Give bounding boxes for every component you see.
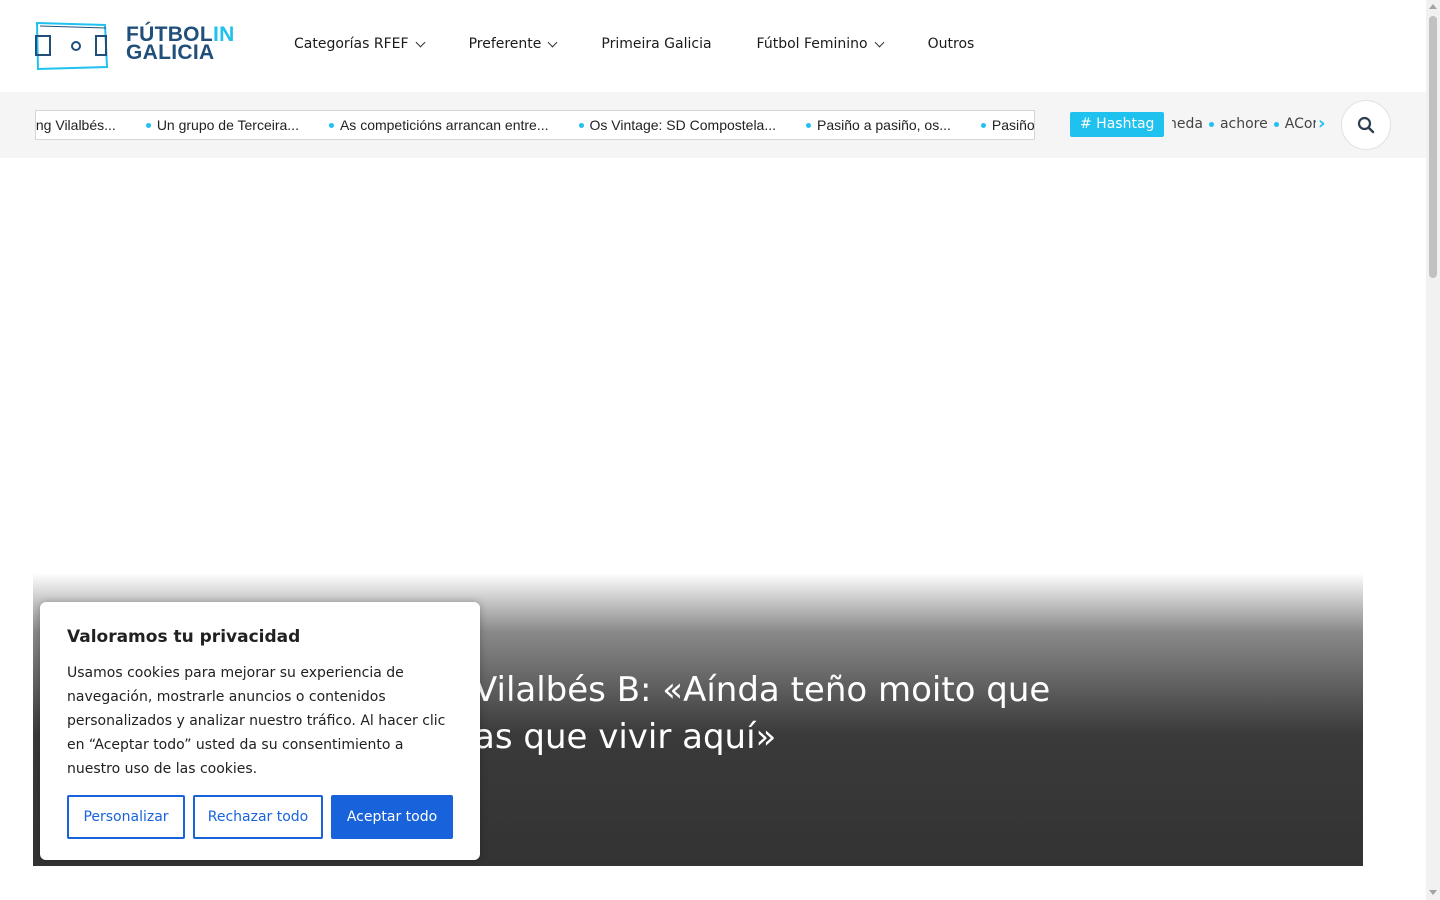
ticker-item-label: Un grupo de Terceira... xyxy=(156,117,299,133)
hashtag-list: heda achore ACor xyxy=(1172,114,1316,138)
nav-item-futbol-feminino[interactable]: Fútbol Feminino xyxy=(756,36,885,52)
ticker-item[interactable]: Pasiño a pasiño, os... xyxy=(806,117,951,133)
search-icon xyxy=(1357,116,1375,134)
field-logo-icon xyxy=(35,21,109,71)
reject-all-button[interactable]: Rechazar todo xyxy=(193,795,323,839)
ticker-track: acing Vilalbés... Un grupo de Terceira..… xyxy=(35,117,1035,133)
ticker-item[interactable]: As competicións arrancan entre... xyxy=(328,117,549,133)
logo-wordmark: FÚTBOLIN GALICIA xyxy=(126,23,235,64)
hashtag-track: heda achore ACor xyxy=(1172,116,1316,132)
hero-title[interactable]: Vilalbés B: «Aínda teño moito que as que… xyxy=(474,667,1114,761)
accept-all-button[interactable]: Aceptar todo xyxy=(331,795,453,839)
hashtag-badge: # Hashtag xyxy=(1070,112,1165,137)
hashtag-item[interactable]: heda xyxy=(1172,116,1203,132)
cookie-consent-dialog: Valoramos tu privacidad Usamos cookies p… xyxy=(40,602,480,860)
nav-item-label: Primeira Galicia xyxy=(601,36,712,52)
chevron-right-icon[interactable]: › xyxy=(1318,112,1325,136)
bullet-icon xyxy=(1273,121,1279,127)
hashtag-item[interactable]: ACor xyxy=(1273,116,1316,132)
nav-item-label: Categorías RFEF xyxy=(294,36,409,52)
page-scrollbar[interactable] xyxy=(1426,0,1440,900)
bullet-icon xyxy=(1208,121,1214,127)
scroll-down-icon[interactable] xyxy=(1429,890,1437,895)
chevron-down-icon xyxy=(547,37,558,47)
site-header: FÚTBOLIN GALICIA Categorías RFEF Prefere… xyxy=(0,0,1426,92)
scroll-up-icon[interactable] xyxy=(1429,4,1437,9)
nav-item-label: Preferente xyxy=(468,36,542,52)
ticker-item-label: As competicións arrancan entre... xyxy=(339,117,549,133)
hashtag-label: ACor xyxy=(1284,116,1316,132)
cookie-description: Usamos cookies para mejorar su experienc… xyxy=(67,665,446,777)
logo-line1-accent: IN xyxy=(212,23,235,46)
bullet-icon xyxy=(578,122,584,128)
ticker-item[interactable]: Un grupo de Terceira... xyxy=(145,117,299,133)
ticker-item-label: Pasiño a xyxy=(991,117,1035,133)
hashtag-item[interactable]: achore xyxy=(1208,116,1268,132)
scrollbar-thumb[interactable] xyxy=(1429,16,1437,278)
customize-button[interactable]: Personalizar xyxy=(67,795,185,839)
search-button[interactable] xyxy=(1341,100,1391,150)
bullet-icon xyxy=(328,122,334,128)
nav-item-primeira-galicia[interactable]: Primeira Galicia xyxy=(601,36,711,52)
ticker-item-label: Pasiño a pasiño, os... xyxy=(817,117,951,133)
site-logo[interactable]: FÚTBOLIN GALICIA xyxy=(34,20,258,72)
nav-item-categorias-rfef[interactable]: Categorías RFEF xyxy=(294,36,426,52)
bullet-icon xyxy=(806,122,812,128)
logo-line2: GALICIA xyxy=(126,41,215,64)
ticker-item-label: Os Vintage: SD Compostela... xyxy=(589,117,777,133)
cookie-buttons: Personalizar Rechazar todo Aceptar todo xyxy=(67,795,461,839)
ticker-item-label: acing Vilalbés... xyxy=(35,117,116,133)
main-nav: Categorías RFEF Preferente Primeira Gali… xyxy=(294,36,1019,52)
bullet-icon xyxy=(980,122,986,128)
chevron-down-icon xyxy=(415,37,426,47)
nav-item-label: Outros xyxy=(927,36,975,52)
nav-item-preferente[interactable]: Preferente xyxy=(468,36,558,52)
chevron-down-icon xyxy=(874,37,885,47)
news-ticker: acing Vilalbés... Un grupo de Terceira..… xyxy=(35,110,1035,140)
nav-item-outros[interactable]: Outros xyxy=(928,36,975,52)
cookie-title: Valoramos tu privacidad xyxy=(67,627,301,647)
hashtag-label: heda xyxy=(1172,116,1203,132)
ticker-item[interactable]: Os Vintage: SD Compostela... xyxy=(578,117,777,133)
hashtag-label: achore xyxy=(1219,116,1268,132)
news-ticker-bar: acing Vilalbés... Un grupo de Terceira..… xyxy=(0,92,1426,158)
nav-item-label: Fútbol Feminino xyxy=(756,36,868,52)
ticker-item[interactable]: acing Vilalbés... xyxy=(35,117,116,133)
ticker-item[interactable]: Pasiño a xyxy=(980,117,1035,133)
bullet-icon xyxy=(145,122,151,128)
